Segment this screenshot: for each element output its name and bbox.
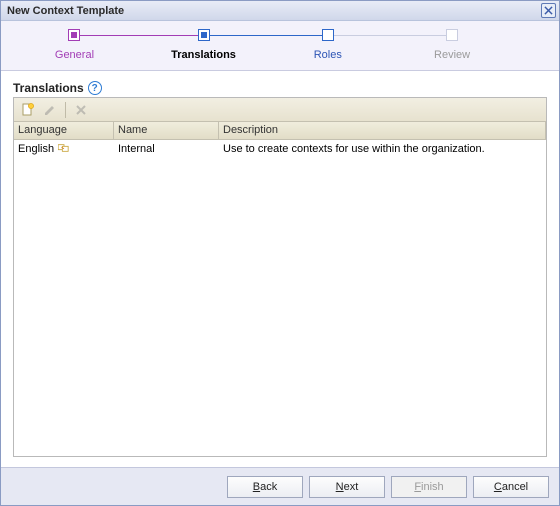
col-header-language[interactable]: Language (14, 122, 114, 139)
next-button[interactable]: Next (309, 476, 385, 498)
master-locale-icon (58, 143, 70, 156)
grid-body[interactable]: English Internal Use to create contexts … (14, 140, 546, 456)
step-node-review[interactable] (446, 29, 458, 41)
cancel-button[interactable]: Cancel (473, 476, 549, 498)
step-node-general[interactable] (68, 29, 80, 41)
step-label-review: Review (434, 49, 470, 61)
step-label-general[interactable]: General (55, 49, 94, 61)
table-row[interactable]: English Internal Use to create contexts … (14, 140, 546, 158)
close-icon (544, 6, 553, 15)
cell-description: Use to create contexts for use within th… (219, 140, 546, 158)
back-button[interactable]: Back (227, 476, 303, 498)
pencil-icon (43, 103, 57, 117)
edit-translation-button (40, 100, 60, 120)
wizard-steps: General Translations Roles Review (1, 21, 559, 71)
grid-header: Language Name Description (14, 122, 546, 140)
col-header-description[interactable]: Description (219, 122, 546, 139)
delete-translation-button (71, 100, 91, 120)
step-node-roles[interactable] (322, 29, 334, 41)
content-area: Translations ? (1, 71, 559, 467)
new-translation-button[interactable] (18, 100, 38, 120)
step-label-translations[interactable]: Translations (171, 49, 236, 61)
col-header-name[interactable]: Name (114, 122, 219, 139)
step-label-roles[interactable]: Roles (314, 49, 342, 61)
help-icon[interactable]: ? (88, 81, 102, 95)
cell-language: English (18, 143, 54, 155)
titlebar: New Context Template (1, 1, 559, 21)
close-button[interactable] (541, 3, 556, 18)
translations-grid: Language Name Description English (14, 122, 546, 456)
dialog-new-context-template: New Context Template General Translation… (0, 0, 560, 506)
translations-table: Language Name Description English (13, 97, 547, 457)
cell-name: Internal (114, 140, 219, 158)
toolbar-separator (65, 102, 66, 118)
dialog-title: New Context Template (7, 5, 124, 17)
delete-x-icon (75, 104, 87, 116)
section-title: Translations (13, 81, 84, 95)
new-document-icon (21, 103, 35, 117)
finish-button: Finish (391, 476, 467, 498)
step-node-translations[interactable] (198, 29, 210, 41)
table-toolbar (14, 98, 546, 122)
button-bar: Back Next Finish Cancel (1, 467, 559, 505)
